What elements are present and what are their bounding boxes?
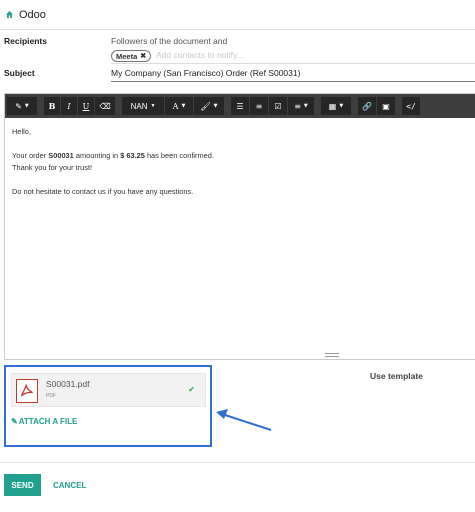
attachment-panel: S00031.pdf PDF ✔ ✎ ATTACH A FILE — [4, 365, 212, 447]
message-body[interactable]: Hello, Your order S00031 amounting in $ … — [5, 118, 475, 206]
underline-icon: U — [82, 101, 90, 111]
bullet-list-icon: ☰ — [236, 101, 244, 111]
image-button[interactable]: ▣ — [377, 97, 395, 115]
align-left-icon: ≡ — [294, 101, 301, 111]
italic-button[interactable]: I — [61, 97, 77, 115]
bold-button[interactable]: B — [44, 97, 60, 115]
highlight-dropdown[interactable]: 🖌 ▼ — [194, 97, 224, 115]
magic-wand-icon: ✎ — [15, 101, 22, 111]
image-icon: ▣ — [382, 101, 390, 111]
eraser-button[interactable]: ⌫ — [95, 97, 115, 115]
attach-file-link[interactable]: ✎ ATTACH A FILE — [11, 417, 77, 426]
subject-field[interactable]: My Company (San Francisco) Order (Ref S0… — [111, 68, 300, 78]
numbered-list-icon: ≡ — [255, 101, 263, 111]
recipient-tag[interactable]: Meeta ✖ — [111, 50, 152, 62]
home-icon — [6, 11, 13, 18]
send-button[interactable]: SEND — [4, 474, 41, 496]
font-size-label: NAN — [130, 101, 148, 111]
footer-divider — [0, 462, 475, 463]
chevron-down-icon: ▼ — [339, 103, 344, 109]
use-template-label: Use template — [370, 371, 423, 381]
checklist-icon: ☑ — [274, 101, 282, 111]
message-editor[interactable]: ✎ ▼ B I U ⌫ NAN ▼ A ▼ 🖌 ▼ ☰ ≡ ☑ ≡ ▼ ▦ ▼ 🔗 ▣ </ — [4, 93, 475, 360]
italic-icon: I — [67, 101, 71, 111]
chevron-down-icon: ▼ — [181, 103, 186, 109]
editor-toolbar: ✎ ▼ B I U ⌫ NAN ▼ A ▼ 🖌 ▼ ☰ ≡ ☑ ≡ ▼ ▦ ▼ 🔗 ▣ </ — [5, 94, 475, 118]
recipients-input[interactable]: Add contacts to notify... — [156, 50, 244, 60]
line1-mid: amounting in — [73, 151, 121, 160]
underline-button[interactable]: U — [78, 97, 94, 115]
order-reference: S00031 — [48, 151, 74, 160]
paperclip-icon: ✎ — [11, 417, 18, 426]
line1-post: has been confirmed. — [144, 151, 214, 160]
line1-pre: Your order — [12, 151, 49, 160]
order-amount: $ 63.25 — [120, 151, 145, 160]
thank-you-text: Thank you for your trust! — [12, 163, 93, 172]
chevron-down-icon: ▼ — [150, 103, 156, 109]
bold-icon: B — [48, 101, 56, 111]
contact-us-text: Do not hesitate to contact us if you hav… — [12, 187, 194, 196]
attachment-card[interactable]: S00031.pdf PDF ✔ — [11, 373, 206, 407]
attach-file-label: ATTACH A FILE — [18, 417, 78, 426]
chevron-down-icon: ▼ — [303, 103, 308, 109]
recipients-text: Followers of the document and — [111, 36, 228, 46]
align-dropdown[interactable]: ≡ ▼ — [288, 97, 314, 115]
resize-handle[interactable] — [325, 353, 339, 357]
attachment-filename: S00031.pdf — [46, 379, 90, 389]
subject-underline — [111, 81, 475, 82]
eraser-icon: ⌫ — [99, 101, 111, 111]
order-confirmation-text: Your order S00031 amounting in $ 63.25 h… — [12, 150, 468, 162]
text-color-label: A — [172, 101, 179, 111]
code-icon: </ — [406, 101, 416, 111]
link-button[interactable]: 🔗 — [358, 97, 376, 115]
pdf-icon — [16, 379, 38, 403]
greeting-text: Hello, — [12, 127, 31, 136]
dialog-title: Odoo — [19, 8, 46, 21]
link-icon: 🔗 — [362, 101, 372, 111]
check-icon: ✔ — [188, 385, 195, 394]
checklist-button[interactable]: ☑ — [269, 97, 287, 115]
code-view-button[interactable]: </ — [402, 97, 420, 115]
chevron-down-icon: ▼ — [24, 103, 29, 109]
table-icon: ▦ — [328, 101, 337, 111]
cancel-button[interactable]: CANCEL — [53, 474, 86, 496]
subject-label: Subject — [4, 68, 35, 78]
recipients-underline — [111, 63, 475, 64]
paint-brush-icon: 🖌 — [200, 101, 211, 111]
font-size-dropdown[interactable]: NAN ▼ — [122, 97, 164, 115]
table-dropdown[interactable]: ▦ ▼ — [321, 97, 351, 115]
text-color-dropdown[interactable]: A ▼ — [165, 97, 193, 115]
attachment-filetype: PDF — [46, 393, 56, 399]
recipients-label: Recipients — [4, 36, 47, 46]
chevron-down-icon: ▼ — [213, 103, 218, 109]
acrobat-icon — [20, 383, 33, 397]
dialog-header: Odoo — [0, 0, 475, 30]
remove-tag-icon[interactable]: ✖ — [140, 52, 146, 60]
numbered-list-button[interactable]: ≡ — [250, 97, 268, 115]
recipient-tag-label: Meeta — [116, 51, 138, 61]
bullet-list-button[interactable]: ☰ — [231, 97, 249, 115]
magic-wand-button[interactable]: ✎ ▼ — [7, 97, 37, 115]
annotation-arrow-icon — [216, 409, 272, 431]
